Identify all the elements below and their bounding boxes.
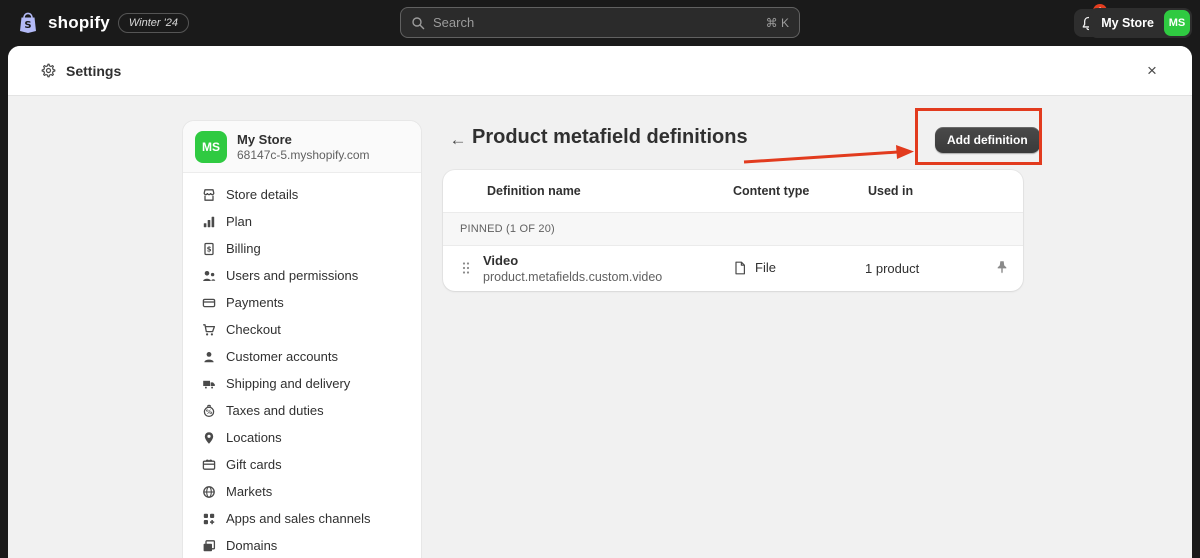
settings-title: Settings xyxy=(66,62,122,79)
pin-icon[interactable] xyxy=(995,260,1009,274)
settings-sidebar: MS My Store 68147c-5.myshopify.com Store… xyxy=(182,120,422,558)
sidebar-nav: Store details Plan Billing Users and per… xyxy=(183,173,421,558)
column-used-in: Used in xyxy=(868,184,914,198)
store-card-name: My Store xyxy=(237,131,292,147)
sidebar-item-label: Markets xyxy=(226,484,273,499)
global-search[interactable]: ⌘ K xyxy=(400,7,800,38)
avatar: MS xyxy=(1164,10,1190,36)
sidebar-item-label: Apps and sales channels xyxy=(226,511,371,526)
store-avatar: MS xyxy=(195,130,227,163)
used-in-value: 1 product xyxy=(865,261,920,276)
definition-name: Video xyxy=(483,253,519,268)
file-icon xyxy=(733,261,747,275)
sidebar-item-label: Customer accounts xyxy=(226,349,338,364)
sidebar-item-label: Domains xyxy=(226,538,278,553)
close-icon[interactable]: × xyxy=(1138,57,1166,85)
users-icon xyxy=(201,268,216,283)
billing-icon xyxy=(201,241,216,256)
markets-icon xyxy=(201,484,216,499)
sidebar-item-label: Taxes and duties xyxy=(226,403,324,418)
add-definition-button[interactable]: Add definition xyxy=(935,127,1040,153)
table-body: Video product.metafields.custom.video Fi… xyxy=(443,246,1023,291)
version-badge: Winter '24 xyxy=(117,13,189,33)
sidebar-item-customer-accounts[interactable]: Customer accounts xyxy=(193,343,411,370)
sidebar-item-label: Users and permissions xyxy=(226,268,359,283)
gear-icon xyxy=(40,63,56,79)
content-type-value: File xyxy=(755,260,776,275)
metafield-definitions-table: Definition name Content type Used in PIN… xyxy=(443,170,1023,291)
column-definition-name: Definition name xyxy=(487,184,581,198)
storefront-icon xyxy=(201,187,216,202)
search-input[interactable] xyxy=(433,15,758,30)
store-name-label: My Store xyxy=(1101,16,1154,30)
definition-key: product.metafields.custom.video xyxy=(483,270,663,284)
sidebar-item-payments[interactable]: Payments xyxy=(193,289,411,316)
back-button[interactable]: ← xyxy=(446,128,470,152)
sidebar-item-label: Plan xyxy=(226,214,253,229)
shopify-bag-icon xyxy=(16,11,40,35)
sidebar-item-label: Locations xyxy=(226,430,282,445)
pinned-group-header: PINNED (1 OF 20) xyxy=(443,212,1023,246)
locations-icon xyxy=(201,430,216,445)
sidebar-item-label: Shipping and delivery xyxy=(226,376,351,391)
sidebar-item-markets[interactable]: Markets xyxy=(193,478,411,505)
store-card-domain: 68147c-5.myshopify.com xyxy=(237,147,370,162)
sidebar-item-billing[interactable]: Billing xyxy=(193,235,411,262)
apps-icon xyxy=(201,511,216,526)
sidebar-item-taxes-and-duties[interactable]: Taxes and duties xyxy=(193,397,411,424)
sidebar-item-domains[interactable]: Domains xyxy=(193,532,411,558)
sidebar-item-label: Payments xyxy=(226,295,284,310)
table-row[interactable]: Video product.metafields.custom.video Fi… xyxy=(443,246,1023,291)
store-menu-button[interactable]: My Store MS xyxy=(1089,8,1192,38)
taxes-icon xyxy=(201,403,216,418)
sidebar-item-shipping-and-delivery[interactable]: Shipping and delivery xyxy=(193,370,411,397)
sidebar-item-label: Billing xyxy=(226,241,261,256)
search-shortcut: ⌘ K xyxy=(765,15,789,30)
sidebar-item-label: Gift cards xyxy=(226,457,282,472)
sidebar-item-apps-and-sales-channels[interactable]: Apps and sales channels xyxy=(193,505,411,532)
checkout-icon xyxy=(201,322,216,337)
drag-handle-icon[interactable] xyxy=(461,261,471,275)
sidebar-item-locations[interactable]: Locations xyxy=(193,424,411,451)
search-icon xyxy=(411,16,425,30)
shipping-icon xyxy=(201,376,216,391)
brand-wordmark: shopify xyxy=(48,13,110,32)
sidebar-item-label: Store details xyxy=(226,187,299,202)
sidebar-item-checkout[interactable]: Checkout xyxy=(193,316,411,343)
gift-cards-icon xyxy=(201,457,216,472)
topbar: shopify Winter '24 ⌘ K 1 My Store MS xyxy=(0,0,1200,46)
sidebar-item-store-details[interactable]: Store details xyxy=(193,181,411,208)
sidebar-item-label: Checkout xyxy=(226,322,281,337)
annotation-arrow-icon xyxy=(743,145,914,164)
settings-modal-header: Settings × xyxy=(8,46,1192,96)
sidebar-item-gift-cards[interactable]: Gift cards xyxy=(193,451,411,478)
sidebar-item-plan[interactable]: Plan xyxy=(193,208,411,235)
settings-modal: Settings × MS My Store 68147c-5.myshopif… xyxy=(8,46,1192,558)
customer-accounts-icon xyxy=(201,349,216,364)
sidebar-item-users-and-permissions[interactable]: Users and permissions xyxy=(193,262,411,289)
page-title: Product metafield definitions xyxy=(472,126,748,148)
shopify-logo[interactable]: shopify Winter '24 xyxy=(16,0,189,46)
payments-icon xyxy=(201,295,216,310)
domains-icon xyxy=(201,538,216,553)
column-content-type: Content type xyxy=(733,184,810,198)
store-card: MS My Store 68147c-5.myshopify.com xyxy=(183,121,421,173)
table-header-row: Definition name Content type Used in xyxy=(443,170,1023,212)
plan-icon xyxy=(201,214,216,229)
